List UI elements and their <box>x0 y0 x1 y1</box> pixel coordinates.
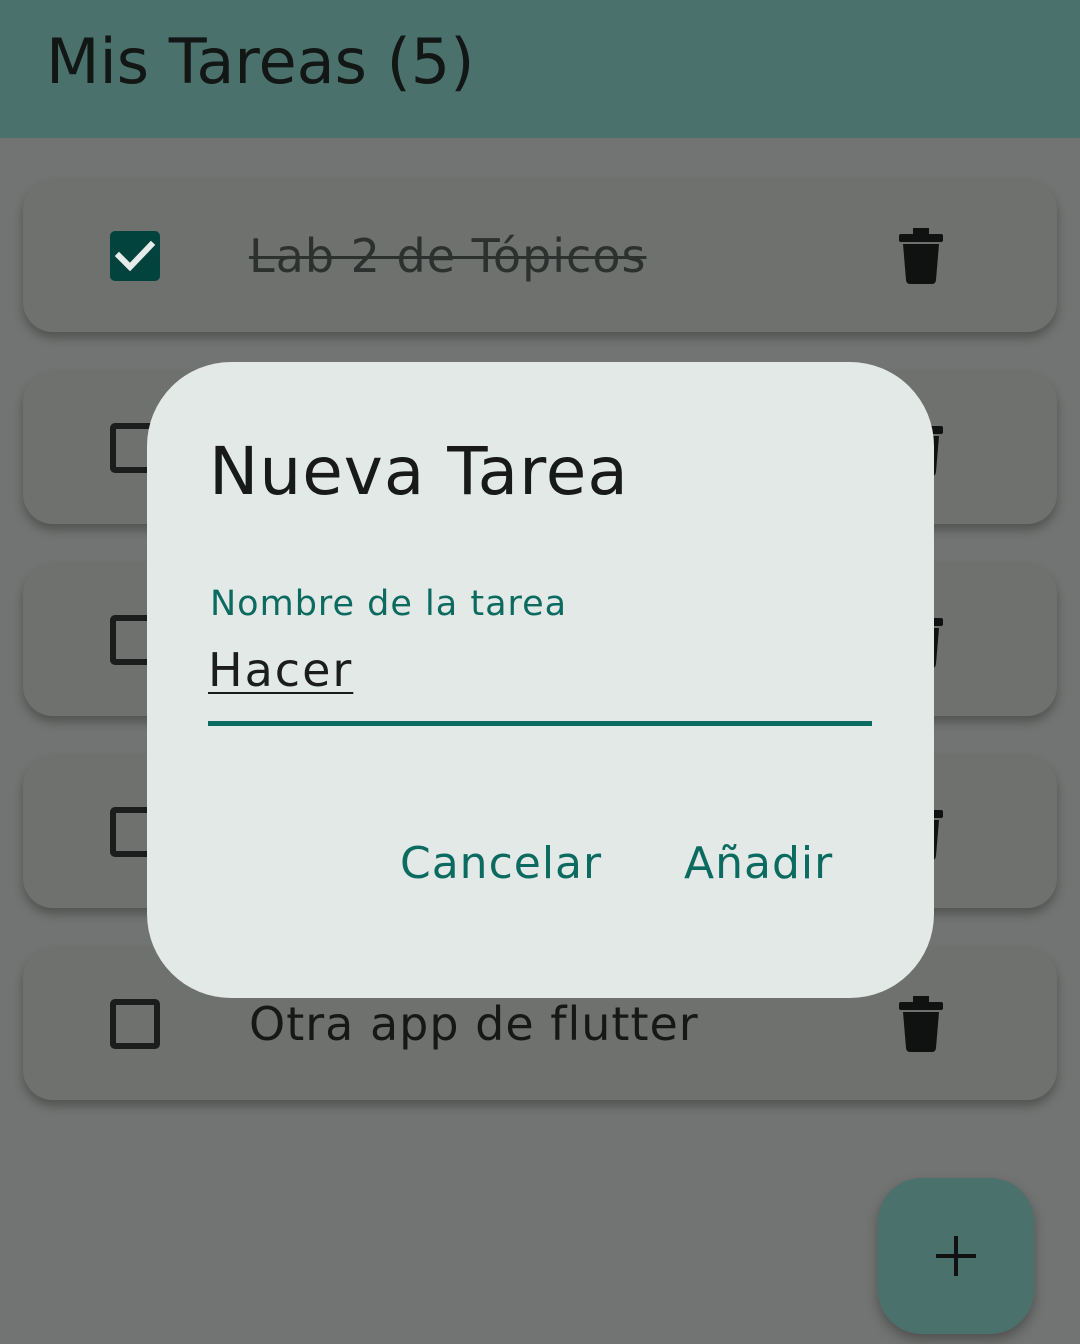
add-button[interactable]: Añadir <box>684 832 833 896</box>
cancel-button[interactable]: Cancelar <box>400 832 602 896</box>
task-name-label: Nombre de la tarea <box>210 584 568 624</box>
new-task-dialog: Nueva Tarea Nombre de la tarea Cancelar … <box>147 362 934 998</box>
task-name-input[interactable] <box>208 638 872 726</box>
dialog-title: Nueva Tarea <box>209 433 629 510</box>
